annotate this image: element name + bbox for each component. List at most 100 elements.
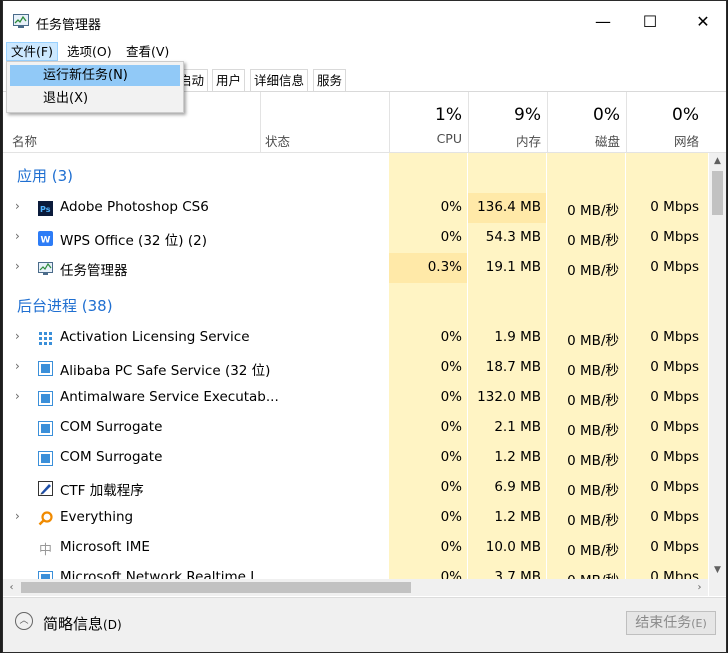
file-menu-dropdown: 运行新任务(N) 退出(X) xyxy=(6,61,184,113)
cpu-value: 0% xyxy=(440,479,462,495)
svg-text:W: W xyxy=(41,236,51,246)
table-row[interactable]: COM Surrogate 0% 2.1 MB 0 MB/秒 0 Mbps xyxy=(3,413,708,443)
tab-details[interactable]: 详细信息 xyxy=(250,69,309,91)
header-memory-label[interactable]: 内存 xyxy=(469,131,541,150)
cpu-value: 0.3% xyxy=(427,259,462,275)
table-row[interactable]: › Ps Adobe Photoshop CS6 0% 136.4 MB 0 M… xyxy=(3,193,708,223)
end-task-button[interactable]: 结束任务(E) xyxy=(626,611,716,635)
network-value: 0 Mbps xyxy=(650,199,699,215)
scrollbar-corner xyxy=(709,579,726,596)
expand-chevron-icon[interactable]: › xyxy=(15,199,20,213)
menu-item-exit[interactable]: 退出(X) xyxy=(10,88,180,109)
process-name: COM Surrogate xyxy=(60,419,163,435)
header-cpu-percent[interactable]: 1% xyxy=(390,105,462,125)
table-row[interactable]: › Antimalware Service Executab... 0% 132… xyxy=(3,383,708,413)
header-network-label[interactable]: 网络 xyxy=(627,131,699,150)
fewer-details-link[interactable]: 简略信息(D) xyxy=(43,613,122,634)
scroll-thumb[interactable] xyxy=(712,171,723,215)
disk-value: 0 MB/秒 xyxy=(567,423,619,439)
app-window-icon xyxy=(38,571,53,579)
table-row[interactable]: › Alibaba PC Safe Service (32 位) 0% 18.7… xyxy=(3,353,708,383)
memory-value: 1.2 MB xyxy=(494,449,541,465)
menu-options[interactable]: 选项(O) xyxy=(63,42,116,61)
table-row[interactable]: › Activation Licensing Service 0% 1.9 MB… xyxy=(3,323,708,353)
scroll-right-icon[interactable]: › xyxy=(691,579,708,596)
table-row[interactable]: CTF 加载程序 0% 6.9 MB 0 MB/秒 0 Mbps xyxy=(3,473,708,503)
cpu-value: 0% xyxy=(440,509,462,525)
header-disk-percent[interactable]: 0% xyxy=(548,105,620,125)
cpu-value: 0% xyxy=(440,449,462,465)
cpu-value: 0% xyxy=(440,569,462,579)
disk-value: 0 MB/秒 xyxy=(567,333,619,349)
cpu-value: 0% xyxy=(440,229,462,245)
disk-value: 0 MB/秒 xyxy=(567,453,619,469)
scroll-thumb[interactable] xyxy=(21,582,411,593)
expand-chevron-icon[interactable]: › xyxy=(15,389,20,403)
header-memory-percent[interactable]: 9% xyxy=(469,105,541,125)
table-row[interactable]: › W WPS Office (32 位) (2) 0% 54.3 MB 0 M… xyxy=(3,223,708,253)
menu-bar: 文件(F) 选项(O) 查看(V) xyxy=(3,41,726,62)
collapse-up-icon[interactable]: ︿ xyxy=(15,612,33,630)
table-row[interactable]: 中 Microsoft IME 0% 10.0 MB 0 MB/秒 0 Mbps xyxy=(3,533,708,563)
minimize-button[interactable]: — xyxy=(580,1,626,41)
cpu-value: 0% xyxy=(440,359,462,375)
svg-text:中: 中 xyxy=(39,543,52,556)
expand-chevron-icon[interactable]: › xyxy=(15,229,20,243)
photoshop-icon: Ps xyxy=(38,201,53,216)
network-value: 0 Mbps xyxy=(650,479,699,495)
header-name[interactable]: 名称 xyxy=(12,131,37,150)
memory-value: 19.1 MB xyxy=(485,259,541,275)
expand-chevron-icon[interactable]: › xyxy=(15,359,20,373)
network-value: 0 Mbps xyxy=(650,229,699,245)
process-name: CTF 加载程序 xyxy=(60,483,144,499)
task-manager-window: 任务管理器 — ☐ ✕ 文件(F) 选项(O) 查看(V) 启动 用户 详细信息… xyxy=(2,0,727,653)
disk-value: 0 MB/秒 xyxy=(567,543,619,559)
memory-value: 136.4 MB xyxy=(477,199,541,215)
expand-chevron-icon[interactable]: › xyxy=(15,509,20,523)
table-row[interactable]: › 任务管理器 0.3% 19.1 MB 0 MB/秒 0 Mbps xyxy=(3,253,708,283)
header-status[interactable]: 状态 xyxy=(265,131,290,150)
end-task-hotkey: (E) xyxy=(691,617,707,630)
tab-services[interactable]: 服务 xyxy=(313,69,347,91)
cpu-value: 0% xyxy=(440,329,462,345)
disk-value: 0 MB/秒 xyxy=(567,393,619,409)
disk-value: 0 MB/秒 xyxy=(567,483,619,499)
table-row[interactable]: COM Surrogate 0% 1.2 MB 0 MB/秒 0 Mbps xyxy=(3,443,708,473)
memory-value: 10.0 MB xyxy=(485,539,541,555)
close-button[interactable]: ✕ xyxy=(680,1,726,41)
disk-value: 0 MB/秒 xyxy=(549,569,619,579)
group-header-background[interactable]: 后台进程 (38) xyxy=(3,290,708,320)
menu-file[interactable]: 文件(F) xyxy=(6,42,58,61)
expand-chevron-icon[interactable]: › xyxy=(15,259,20,273)
scroll-down-icon[interactable]: ▼ xyxy=(709,562,726,579)
app-window-icon xyxy=(38,451,53,466)
horizontal-scrollbar[interactable]: ‹ › xyxy=(3,579,708,596)
process-name: Microsoft Network Realtime I... xyxy=(60,569,268,579)
process-list: 应用 (3) › Ps Adobe Photoshop CS6 0% 136.4… xyxy=(3,153,708,579)
header-network-percent[interactable]: 0% xyxy=(627,105,699,125)
ime-icon: 中 xyxy=(39,543,52,556)
memory-value: 1.9 MB xyxy=(494,329,541,345)
expand-chevron-icon[interactable]: › xyxy=(15,329,20,343)
menu-view[interactable]: 查看(V) xyxy=(122,42,173,61)
scroll-left-icon[interactable]: ‹ xyxy=(3,579,20,596)
scroll-up-icon[interactable]: ▲ xyxy=(709,153,726,170)
task-manager-icon xyxy=(13,14,29,28)
table-row[interactable]: › Everything 0% 1.2 MB 0 MB/秒 0 Mbps xyxy=(3,503,708,533)
group-header-apps[interactable]: 应用 (3) xyxy=(3,160,708,190)
process-name: Adobe Photoshop CS6 xyxy=(60,199,209,215)
tab-users[interactable]: 用户 xyxy=(212,69,246,91)
network-value: 0 Mbps xyxy=(650,569,699,579)
ctf-loader-icon xyxy=(38,481,53,496)
maximize-button[interactable]: ☐ xyxy=(627,1,673,41)
everything-search-icon xyxy=(38,511,53,526)
menu-item-run-new-task[interactable]: 运行新任务(N) xyxy=(10,65,180,86)
vertical-scrollbar[interactable]: ▲ ▼ xyxy=(709,153,726,579)
network-value: 0 Mbps xyxy=(650,389,699,405)
header-disk-label[interactable]: 磁盘 xyxy=(548,131,620,150)
table-row[interactable]: Microsoft Network Realtime I... 0% 3.7 M… xyxy=(3,563,708,579)
disk-value: 0 MB/秒 xyxy=(567,363,619,379)
process-name: Microsoft IME xyxy=(60,539,150,555)
header-cpu-label[interactable]: CPU xyxy=(390,131,462,146)
column-divider[interactable] xyxy=(260,92,261,152)
